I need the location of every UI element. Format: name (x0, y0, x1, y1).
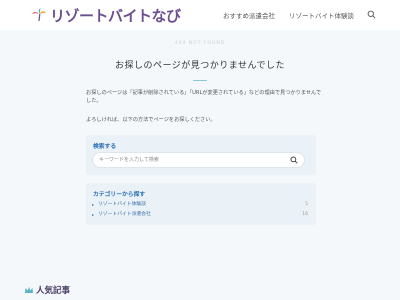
category-card: カテゴリーから探す リゾートバイト体験談 5 リゾートバイト派遣会社 16 (86, 183, 316, 225)
category-label: リゾートバイト派遣会社 (98, 212, 151, 217)
main-content: 404 NOT FOUND お探しのページが見つかりませんでした お探しのページ… (0, 30, 400, 270)
search-input[interactable]: キーワードを入力して検索 (92, 152, 305, 168)
error-code-label: 404 NOT FOUND (174, 41, 226, 46)
search-placeholder: キーワードを入力して検索 (99, 157, 159, 163)
page-title: お探しのページが見つかりませんでした (114, 61, 286, 71)
category-label: リゾートバイト体験談 (98, 202, 146, 207)
category-list: リゾートバイト体験談 5 リゾートバイト派遣会社 16 (92, 200, 310, 220)
nav-item-recommended-agencies[interactable]: おすすめ派遣会社 (223, 10, 275, 20)
popular-title: 人気記事 (36, 286, 71, 296)
palm-tree-icon (32, 8, 46, 22)
category-item-agencies[interactable]: リゾートバイト派遣会社 16 (92, 210, 310, 220)
search-submit-icon[interactable] (290, 156, 298, 164)
popular-heading: 人気記事 (24, 284, 70, 296)
search-card: 検索する キーワードを入力して検索 (86, 135, 316, 175)
search-icon[interactable] (367, 10, 376, 19)
logo-text: リゾートバイトなび (50, 6, 181, 25)
title-divider (193, 80, 207, 81)
category-item-experiences[interactable]: リゾートバイト体験談 5 (92, 200, 310, 210)
popular-section: 人気記事 (0, 270, 400, 300)
site-logo[interactable]: リゾートバイトなび (30, 5, 181, 25)
crown-icon (25, 286, 33, 293)
category-count: 16 (302, 212, 308, 217)
search-card-title: 検索する (93, 144, 117, 150)
global-nav: おすすめ派遣会社 リゾートバイト体験談 (223, 10, 354, 20)
search-suggestion: よろしければ、以下の方法でページをお探しください。 (86, 117, 216, 123)
error-description: お探しのページは「記事が削除されている」「URLが変更されている」などの理由で見… (86, 90, 322, 104)
nav-item-experiences[interactable]: リゾートバイト体験談 (289, 10, 354, 20)
category-count: 5 (305, 202, 308, 207)
category-card-title: カテゴリーから探す (93, 192, 146, 198)
site-header: リゾートバイトなび おすすめ派遣会社 リゾートバイト体験談 (0, 0, 400, 30)
